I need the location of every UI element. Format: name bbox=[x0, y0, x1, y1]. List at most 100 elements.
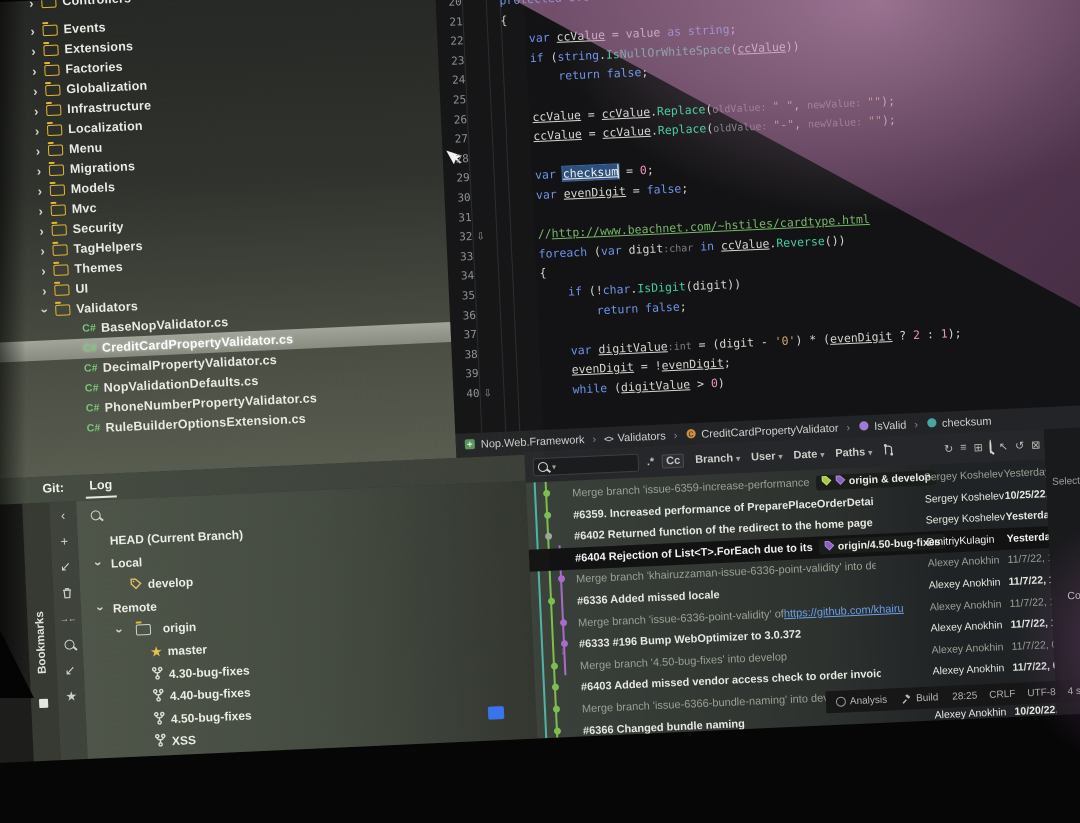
code-token: evenDigit bbox=[830, 329, 893, 346]
status-item[interactable]: 28:25 bbox=[952, 690, 978, 702]
filter-branch[interactable]: Branch▾ bbox=[695, 452, 740, 466]
expand-icon[interactable]: ⊠ bbox=[1031, 438, 1041, 451]
branch-item-4-50-bug-fixes[interactable]: 4.50-bug-fixes bbox=[154, 704, 253, 730]
line-number: 40 bbox=[453, 387, 480, 401]
commit-author: Alexey Anokhin bbox=[935, 726, 1030, 738]
branch-label: master bbox=[167, 642, 207, 658]
intellisort-icon[interactable] bbox=[882, 443, 895, 460]
build-status[interactable]: Build bbox=[901, 692, 939, 705]
code-token: "-" bbox=[773, 117, 794, 132]
line-number: 29 bbox=[443, 171, 470, 185]
refresh-icon[interactable]: ↻ bbox=[944, 442, 954, 455]
merge-icon[interactable]: →← bbox=[54, 605, 82, 632]
solution-explorer: ›Controllers›Events›Extensions›Factories… bbox=[0, 0, 456, 479]
code-token: :char bbox=[663, 243, 694, 255]
code-line[interactable]: { bbox=[472, 13, 507, 29]
folder-icon bbox=[44, 64, 59, 76]
delete-icon[interactable] bbox=[53, 579, 81, 606]
code-token: ; bbox=[646, 163, 654, 177]
code-token: while bbox=[489, 381, 614, 401]
filter-paths[interactable]: Paths▾ bbox=[835, 446, 872, 460]
code-token: :int bbox=[667, 341, 692, 353]
add-icon[interactable]: + bbox=[50, 527, 78, 554]
favorite-icon[interactable]: ★ bbox=[57, 683, 85, 710]
settings-icon[interactable]: ≡ bbox=[960, 442, 967, 454]
branch-item-origin[interactable]: ›origin bbox=[113, 616, 196, 642]
tab-commit[interactable]: Commit bbox=[1067, 589, 1080, 603]
branch-item-xss[interactable]: XSS bbox=[155, 729, 197, 753]
pull-icon[interactable]: ↙ bbox=[51, 553, 79, 580]
branch-label: 4.40-bug-fixes bbox=[170, 686, 251, 704]
code-line[interactable]: protected override bool IsValid(Validati… bbox=[471, 0, 1039, 9]
csharp-file-icon: C# bbox=[86, 402, 100, 415]
code-token: evenDigit bbox=[571, 360, 634, 377]
collapse-icon[interactable]: ‹ bbox=[49, 501, 77, 528]
code-line[interactable]: var evenDigit = false; bbox=[480, 181, 688, 204]
tab-log[interactable]: Log bbox=[85, 476, 117, 498]
breadcrumb-item-isvalid[interactable]: IsValid bbox=[858, 418, 907, 434]
navigate-icon[interactable]: ↖ bbox=[999, 439, 1009, 452]
tool-window-bookmarks[interactable]: Bookmarks bbox=[33, 584, 49, 674]
code-line[interactable]: { bbox=[484, 266, 547, 283]
commit-date: 11/7/22, 08:01 bbox=[1012, 658, 1056, 674]
branch-label: XSS bbox=[172, 733, 197, 748]
chevron-right-icon: › bbox=[28, 63, 41, 79]
branch-item-develop[interactable]: develop bbox=[129, 571, 193, 596]
line-number: 21 bbox=[436, 15, 463, 29]
bookmarks-icon bbox=[39, 699, 48, 708]
branch-item-remote[interactable]: ›Remote bbox=[94, 595, 157, 620]
line-number: 34 bbox=[448, 269, 475, 283]
code-token: var bbox=[473, 30, 557, 48]
branch-badge[interactable]: origin & develop bbox=[816, 470, 937, 490]
code-token: string bbox=[557, 48, 599, 64]
collapse-icon[interactable]: ⊞ bbox=[973, 441, 983, 454]
tree-item-label: Validators bbox=[76, 299, 138, 316]
status-item[interactable]: UTF-8 bbox=[1027, 686, 1056, 698]
breadcrumb-item-checksum[interactable]: checksum bbox=[926, 415, 992, 432]
code-line[interactable]: while (digitValue > 0) bbox=[489, 376, 725, 401]
branch-icon bbox=[153, 689, 165, 705]
undo-icon[interactable]: ↺ bbox=[1015, 439, 1025, 452]
code-line[interactable]: return false; bbox=[475, 65, 649, 87]
chevron-right-icon: › bbox=[37, 263, 50, 279]
code-line[interactable]: var checksum = 0; bbox=[479, 163, 654, 185]
code-token: ccValue bbox=[601, 104, 650, 120]
status-item[interactable]: 4 spaces bbox=[1067, 684, 1080, 697]
code-token: ccValue bbox=[556, 28, 605, 44]
folder-icon bbox=[47, 124, 62, 136]
regex-toggle[interactable]: .* bbox=[647, 456, 655, 468]
checkout-icon[interactable]: ↙ bbox=[56, 657, 84, 684]
status-item[interactable]: CRLF bbox=[989, 688, 1016, 700]
taskbar-item[interactable] bbox=[488, 706, 505, 720]
code-token: oldValue: bbox=[713, 121, 774, 135]
breadcrumb-item-validators[interactable]: <>Validators bbox=[604, 430, 666, 445]
branch-item-local[interactable]: ›Local bbox=[92, 551, 142, 575]
code-token: var bbox=[601, 243, 629, 258]
tree-item-label: Migrations bbox=[70, 159, 136, 176]
find-icon[interactable] bbox=[990, 441, 993, 453]
branch-item-head-current-branch-[interactable]: HEAD (Current Branch) bbox=[109, 524, 243, 552]
tree-item-label: Infrastructure bbox=[67, 98, 152, 116]
code-line[interactable]: return false; bbox=[486, 299, 687, 322]
analysis-status[interactable]: Analysis bbox=[836, 694, 888, 707]
code-token: newValue: bbox=[808, 117, 869, 131]
tree-item-label: Localization bbox=[68, 119, 143, 136]
filter-date[interactable]: Date▾ bbox=[793, 448, 824, 461]
branch-label: Remote bbox=[113, 599, 158, 615]
csharp-file-icon: C# bbox=[83, 342, 97, 355]
branch-search[interactable] bbox=[90, 504, 101, 526]
branch-item-master[interactable]: ★master bbox=[150, 638, 207, 663]
line-number: 35 bbox=[449, 289, 476, 303]
filter-user[interactable]: User▾ bbox=[751, 450, 783, 463]
log-search-input[interactable]: ▾ bbox=[533, 454, 640, 477]
search-icon[interactable] bbox=[55, 631, 83, 658]
commit-link[interactable]: https://github.com/khairuzzaman/ bbox=[784, 602, 904, 619]
code-token: ccValue bbox=[721, 236, 770, 252]
csharp-file-icon: C# bbox=[82, 322, 96, 335]
badge-label: origin & develop bbox=[849, 471, 932, 487]
code-token: digitValue bbox=[621, 377, 691, 394]
code-token: if bbox=[474, 50, 551, 67]
tree-item-label: Models bbox=[71, 180, 116, 196]
code-editor[interactable]: 7 ext methods 7 exposing APIs 20 protect… bbox=[435, 0, 1080, 434]
match-case-toggle[interactable]: Cc bbox=[662, 454, 685, 469]
